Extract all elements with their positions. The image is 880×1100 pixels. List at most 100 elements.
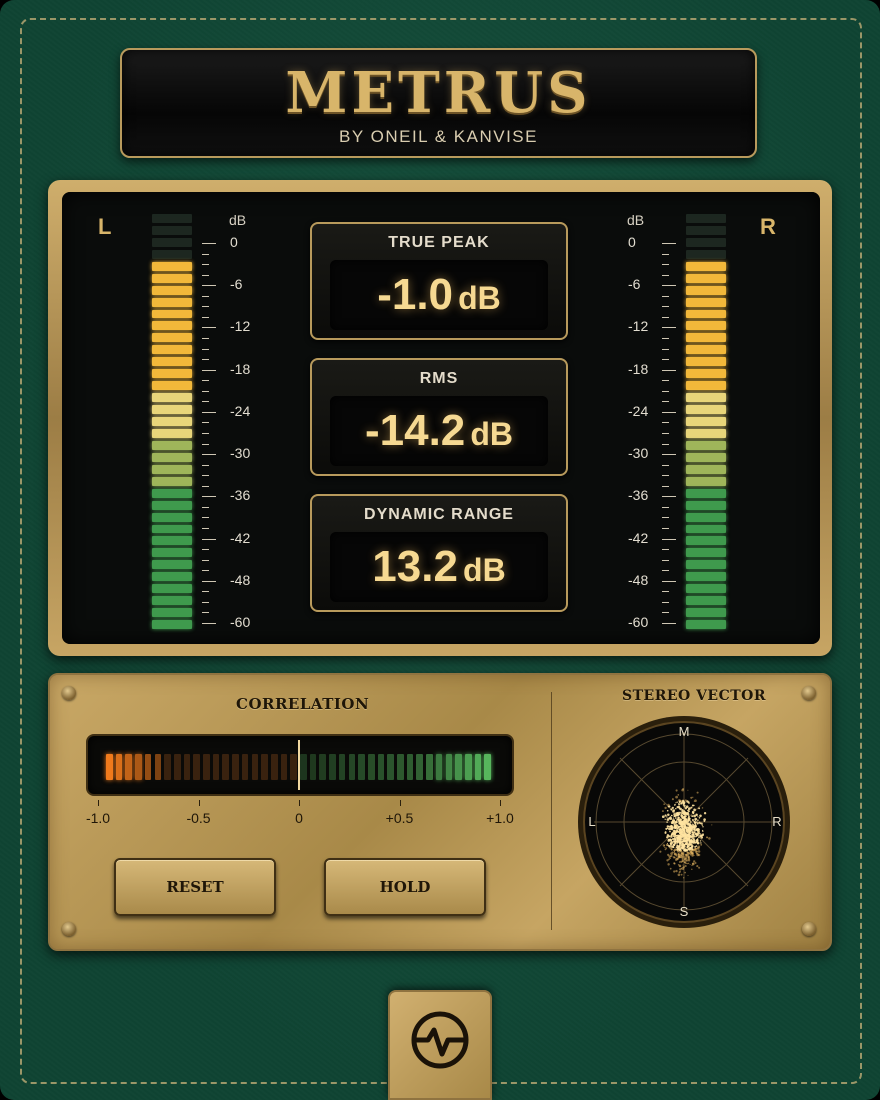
correlation-segment [397, 754, 404, 780]
db-scale-minor-tick [662, 295, 669, 297]
meter-segment [152, 572, 192, 582]
meter-segment [152, 214, 192, 223]
db-scale-minor-tick [662, 506, 669, 508]
scope-particle [666, 842, 669, 844]
scope-particle [692, 845, 694, 847]
db-scale-label: -30 [628, 445, 649, 462]
db-scale-label: -36 [230, 487, 251, 504]
scope-particle [669, 857, 671, 859]
db-scale-tick [662, 369, 676, 371]
scope-particle [697, 816, 699, 818]
db-scale-minor-tick [202, 348, 209, 350]
meter-segment [152, 333, 192, 343]
scope-particle [686, 826, 688, 828]
scope-particle [698, 835, 700, 837]
reset-button[interactable]: RESET [114, 858, 276, 916]
db-scale-minor-tick [662, 549, 669, 551]
scope-particle [678, 831, 680, 833]
scope-particle [669, 825, 673, 829]
correlation-segment [329, 754, 336, 780]
scope-particle [673, 832, 677, 836]
scope-particle [688, 807, 691, 810]
scope-particle [679, 818, 682, 821]
scope-particle [675, 789, 678, 792]
scope-particle [681, 826, 683, 828]
scope-particle [690, 796, 693, 799]
meter-segment [686, 500, 726, 510]
scope-particle [694, 845, 697, 848]
scope-particle [675, 814, 678, 817]
correlation-segment [338, 754, 346, 780]
meter-segment [152, 261, 192, 271]
scope-particle [683, 868, 685, 870]
db-scale-minor-tick [202, 601, 209, 603]
meter-segment [686, 249, 726, 259]
scope-particle [687, 830, 691, 833]
scope-particle [664, 814, 667, 817]
scope-particle [695, 820, 697, 822]
left-level-meter [152, 214, 192, 632]
scope-particle [681, 811, 683, 814]
meter-segment [152, 560, 192, 570]
db-scale-tick [662, 580, 676, 582]
scope-particle [666, 821, 668, 823]
scope-particle [669, 847, 671, 849]
scope-particle [692, 796, 694, 798]
correlation-segment [183, 754, 191, 780]
scope-particle [682, 811, 686, 814]
correlation-scale-tick [299, 800, 300, 806]
dynamic-range-unit: dB [463, 552, 506, 588]
meter-segment [686, 440, 726, 450]
db-scale-tick [202, 369, 216, 371]
scope-label-bottom: S [680, 904, 689, 919]
scope-particle [706, 836, 708, 838]
correlation-center-line [298, 740, 300, 790]
scope-particle [677, 842, 679, 844]
meter-segment [686, 405, 726, 415]
scope-particle [697, 819, 699, 821]
db-scale-minor-tick [202, 253, 209, 255]
correlation-segment [290, 754, 297, 780]
meter-segment [686, 417, 726, 426]
db-scale-minor-tick [202, 485, 209, 487]
db-scale-minor-tick [662, 264, 669, 266]
correlation-segment [193, 754, 200, 780]
scope-particle [690, 815, 693, 817]
scope-particle [672, 810, 675, 813]
scope-particle [678, 841, 682, 844]
scope-particle [676, 844, 679, 847]
db-scale-label: -48 [628, 571, 649, 588]
db-scale-minor-tick [662, 433, 669, 434]
meter-segment [686, 309, 726, 319]
scope-particle [674, 842, 676, 844]
scope-particle [667, 813, 670, 817]
correlation-title: CORRELATION [236, 695, 370, 713]
correlation-segment [164, 754, 171, 780]
left-scale-unit: dB [229, 212, 247, 228]
scope-particle [671, 827, 673, 829]
correlation-segment [212, 754, 220, 780]
hold-button[interactable]: HOLD [324, 858, 486, 916]
meter-segment [686, 476, 726, 486]
db-scale-minor-tick [202, 306, 209, 308]
scope-particle [683, 856, 685, 858]
scope-particle [684, 871, 686, 874]
scope-particle [667, 805, 670, 808]
scope-particle [691, 836, 693, 839]
scope-particle [683, 854, 685, 856]
dynamic-range-display: 13.2 dB [330, 532, 548, 602]
scope-particle [678, 861, 681, 863]
meter-segment [686, 464, 726, 474]
scope-particle [678, 851, 681, 853]
scope-particle [666, 825, 670, 828]
scope-particle [696, 850, 698, 853]
db-scale-minor-tick [202, 390, 209, 392]
scope-particle [676, 824, 678, 826]
scope-particle [683, 834, 685, 836]
correlation-segment [426, 754, 433, 780]
scope-particle [686, 859, 689, 862]
correlation-scale-tick [399, 800, 401, 806]
scope-particle [703, 812, 707, 815]
scope-particle [700, 822, 703, 825]
db-scale-minor-tick [202, 433, 209, 434]
